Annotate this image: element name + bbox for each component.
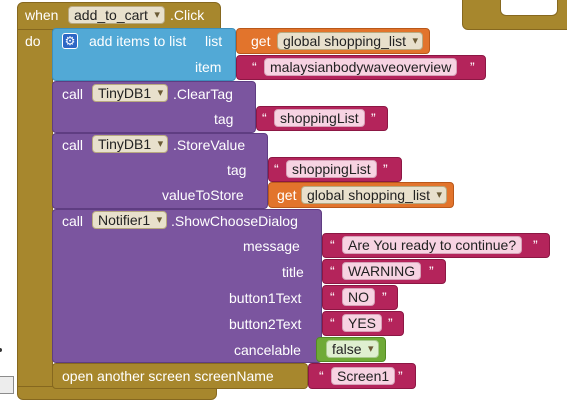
close-quote: ” <box>388 315 393 331</box>
button2text-socket-label: button2Text <box>229 316 302 332</box>
showchoosedialog-block[interactable] <box>52 209 322 363</box>
close-quote: ” <box>470 59 475 75</box>
open-another-screen-label: open another screen screenName <box>62 368 274 384</box>
title-text-field[interactable]: WARNING <box>342 262 422 280</box>
method-cleartag: .ClearTag <box>173 86 233 102</box>
storevalue-tag-field[interactable]: shoppingList <box>286 160 377 178</box>
open-quote: “ <box>262 110 267 126</box>
variable-dropdown-shopping-list[interactable]: global shopping_list <box>301 186 447 204</box>
workspace-scroll-indicator[interactable] <box>0 376 14 394</box>
open-quote: “ <box>330 315 335 331</box>
event-name: .Click <box>170 7 205 23</box>
tag-socket-label: tag <box>227 162 247 178</box>
open-quote: “ <box>252 59 257 75</box>
method-storevalue: .StoreValue <box>173 137 246 153</box>
cleartag-tag-field[interactable]: shoppingList <box>274 109 365 127</box>
button1text-socket-label: button1Text <box>229 290 302 306</box>
add-items-label: add items to list <box>89 33 187 49</box>
mutator-gear-icon[interactable]: ⚙ <box>62 33 78 49</box>
close-quote: ” <box>383 161 388 177</box>
cancelable-socket-label: cancelable <box>234 342 301 358</box>
do-keyword: do <box>25 33 41 49</box>
open-quote: “ <box>330 237 335 253</box>
component-dropdown-notifier1[interactable]: Notifier1 <box>92 211 168 229</box>
open-quote: “ <box>330 263 335 279</box>
variable-dropdown-shopping-list[interactable]: global shopping_list <box>277 32 423 50</box>
button2-text-field[interactable]: YES <box>342 314 383 332</box>
component-dropdown-tinydb1[interactable]: TinyDB1 <box>92 84 169 102</box>
call-keyword: call <box>62 137 84 153</box>
close-quote: ” <box>533 237 538 253</box>
close-quote: ” <box>382 289 387 305</box>
close-quote: ” <box>429 263 434 279</box>
get-keyword: get <box>251 33 271 49</box>
item-text-field[interactable]: malaysianbodywaveoverview <box>264 58 458 76</box>
open-quote: “ <box>319 368 324 384</box>
tag-socket-label: tag <box>214 111 234 127</box>
background-block-notch <box>500 0 558 16</box>
open-quote: “ <box>274 161 279 177</box>
valuetostore-socket-label: valueToStore <box>162 187 244 203</box>
call-keyword: call <box>62 86 84 102</box>
close-quote: ” <box>398 368 403 384</box>
event-block-spine[interactable] <box>17 29 53 392</box>
workspace-dot <box>0 348 2 352</box>
item-socket-label: item <box>195 59 222 75</box>
component-dropdown-add-to-cart[interactable]: add_to_cart <box>68 6 165 24</box>
get-keyword: get <box>277 187 297 203</box>
component-dropdown-tinydb1[interactable]: TinyDB1 <box>92 135 169 153</box>
message-socket-label: message <box>243 238 300 254</box>
open-quote: “ <box>330 289 335 305</box>
message-text-field[interactable]: Are You ready to continue? <box>342 236 523 254</box>
screenname-text-field[interactable]: Screen1 <box>331 367 396 385</box>
button1-text-field[interactable]: NO <box>342 288 375 306</box>
cancelable-dropdown[interactable]: false <box>326 340 379 358</box>
title-socket-label: title <box>282 264 304 280</box>
when-keyword: when <box>25 7 59 23</box>
method-showchoosedialog: .ShowChooseDialog <box>171 213 298 229</box>
list-socket-label: list <box>205 33 223 49</box>
close-quote: ” <box>371 110 376 126</box>
call-keyword: call <box>62 213 84 229</box>
